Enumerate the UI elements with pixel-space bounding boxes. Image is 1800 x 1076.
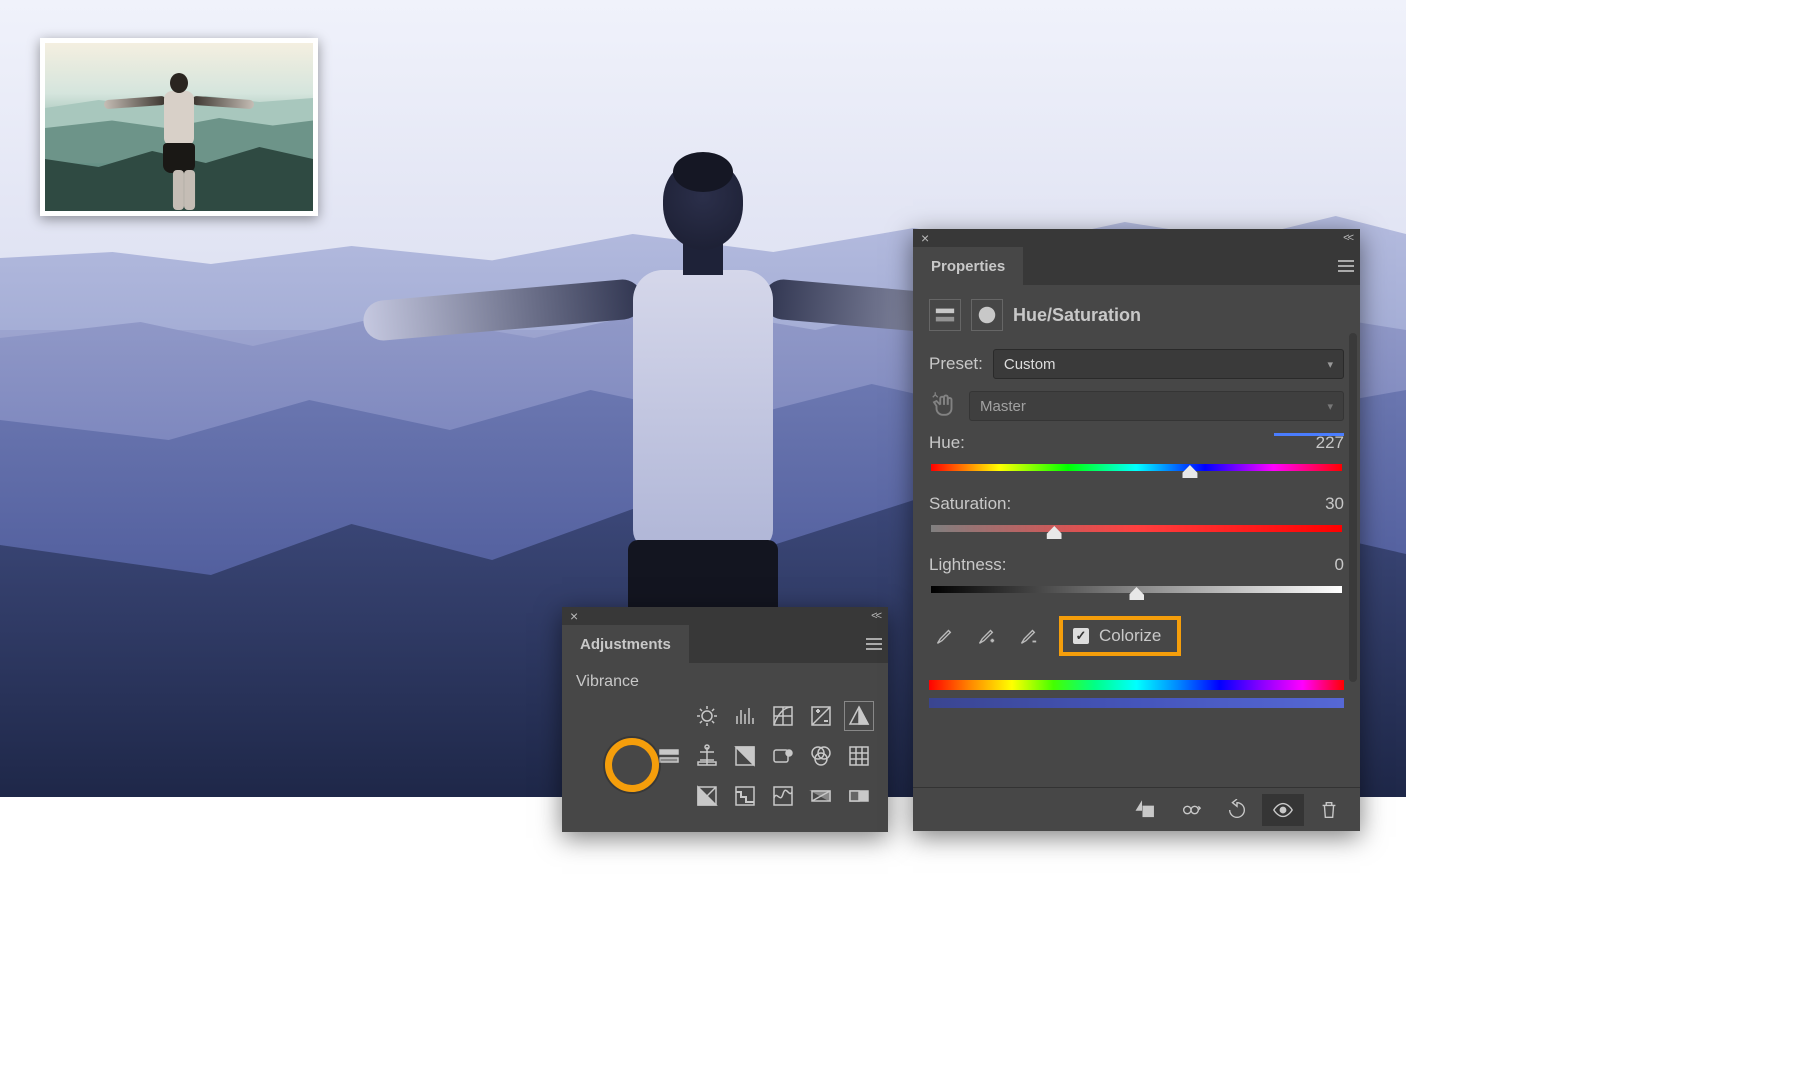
channel-mixer-icon[interactable] bbox=[806, 741, 836, 771]
hue-saturation-icon[interactable] bbox=[654, 741, 684, 771]
panel-menu-icon[interactable] bbox=[1332, 247, 1360, 285]
output-range-bar bbox=[929, 698, 1344, 708]
close-icon[interactable]: × bbox=[570, 608, 578, 624]
color-balance-icon[interactable] bbox=[692, 741, 722, 771]
vibrance-icon[interactable] bbox=[844, 701, 874, 731]
scrollbar[interactable] bbox=[1349, 333, 1357, 682]
black-white-icon[interactable] bbox=[730, 741, 760, 771]
collapse-icon[interactable]: << bbox=[1343, 232, 1352, 244]
close-icon[interactable]: × bbox=[921, 230, 929, 246]
adjustment-type-label: Hue/Saturation bbox=[1013, 305, 1141, 326]
reset-icon[interactable] bbox=[1216, 794, 1258, 826]
hue-slider[interactable]: Hue:227 bbox=[929, 433, 1344, 474]
curves-icon[interactable] bbox=[768, 701, 798, 731]
delete-icon[interactable] bbox=[1308, 794, 1350, 826]
toggle-visibility-icon[interactable] bbox=[1262, 794, 1304, 826]
gradient-map-icon[interactable] bbox=[806, 781, 836, 811]
color-lookup-icon[interactable] bbox=[844, 741, 874, 771]
colorize-checkbox[interactable]: ✓ Colorize bbox=[1059, 616, 1181, 656]
levels-icon[interactable] bbox=[730, 701, 760, 731]
clip-to-layer-icon[interactable] bbox=[1124, 794, 1166, 826]
active-indicator bbox=[1274, 433, 1344, 436]
channel-select: Master▾ bbox=[969, 391, 1344, 421]
preset-label: Preset: bbox=[929, 354, 983, 374]
targeted-adjust-icon[interactable] bbox=[929, 391, 959, 421]
threshold-icon[interactable] bbox=[768, 781, 798, 811]
eyedropper-icon[interactable] bbox=[929, 622, 957, 650]
tab-properties[interactable]: Properties bbox=[913, 247, 1023, 285]
adjustment-hover-label: Vibrance bbox=[576, 673, 874, 691]
invert-icon[interactable] bbox=[692, 781, 722, 811]
hue-range-bar bbox=[929, 680, 1344, 690]
chevron-down-icon: ▾ bbox=[1327, 400, 1333, 413]
eyedropper-add-icon[interactable] bbox=[971, 622, 999, 650]
view-previous-icon[interactable] bbox=[1170, 794, 1212, 826]
brightness-contrast-icon[interactable] bbox=[692, 701, 722, 731]
exposure-icon[interactable] bbox=[806, 701, 836, 731]
panel-footer bbox=[913, 787, 1360, 831]
adjustments-panel[interactable]: × << Adjustments Vibrance bbox=[562, 607, 888, 832]
panel-menu-icon[interactable] bbox=[860, 625, 888, 663]
selective-color-icon[interactable] bbox=[844, 781, 874, 811]
saturation-slider[interactable]: Saturation:30 bbox=[929, 494, 1344, 535]
adjustment-type-icon[interactable] bbox=[929, 299, 961, 331]
checkbox-checked-icon: ✓ bbox=[1073, 628, 1089, 644]
collapse-icon[interactable]: << bbox=[871, 610, 880, 622]
thumbnail-preview bbox=[40, 38, 318, 216]
posterize-icon[interactable] bbox=[730, 781, 760, 811]
mask-icon[interactable] bbox=[971, 299, 1003, 331]
tab-adjustments[interactable]: Adjustments bbox=[562, 625, 689, 663]
chevron-down-icon: ▾ bbox=[1327, 358, 1333, 371]
properties-panel[interactable]: × << Properties Hue/Saturation Preset: C… bbox=[913, 229, 1360, 831]
photo-filter-icon[interactable] bbox=[768, 741, 798, 771]
lightness-slider[interactable]: Lightness:0 bbox=[929, 555, 1344, 596]
eyedropper-subtract-icon[interactable] bbox=[1013, 622, 1041, 650]
preset-select[interactable]: Custom▾ bbox=[993, 349, 1344, 379]
